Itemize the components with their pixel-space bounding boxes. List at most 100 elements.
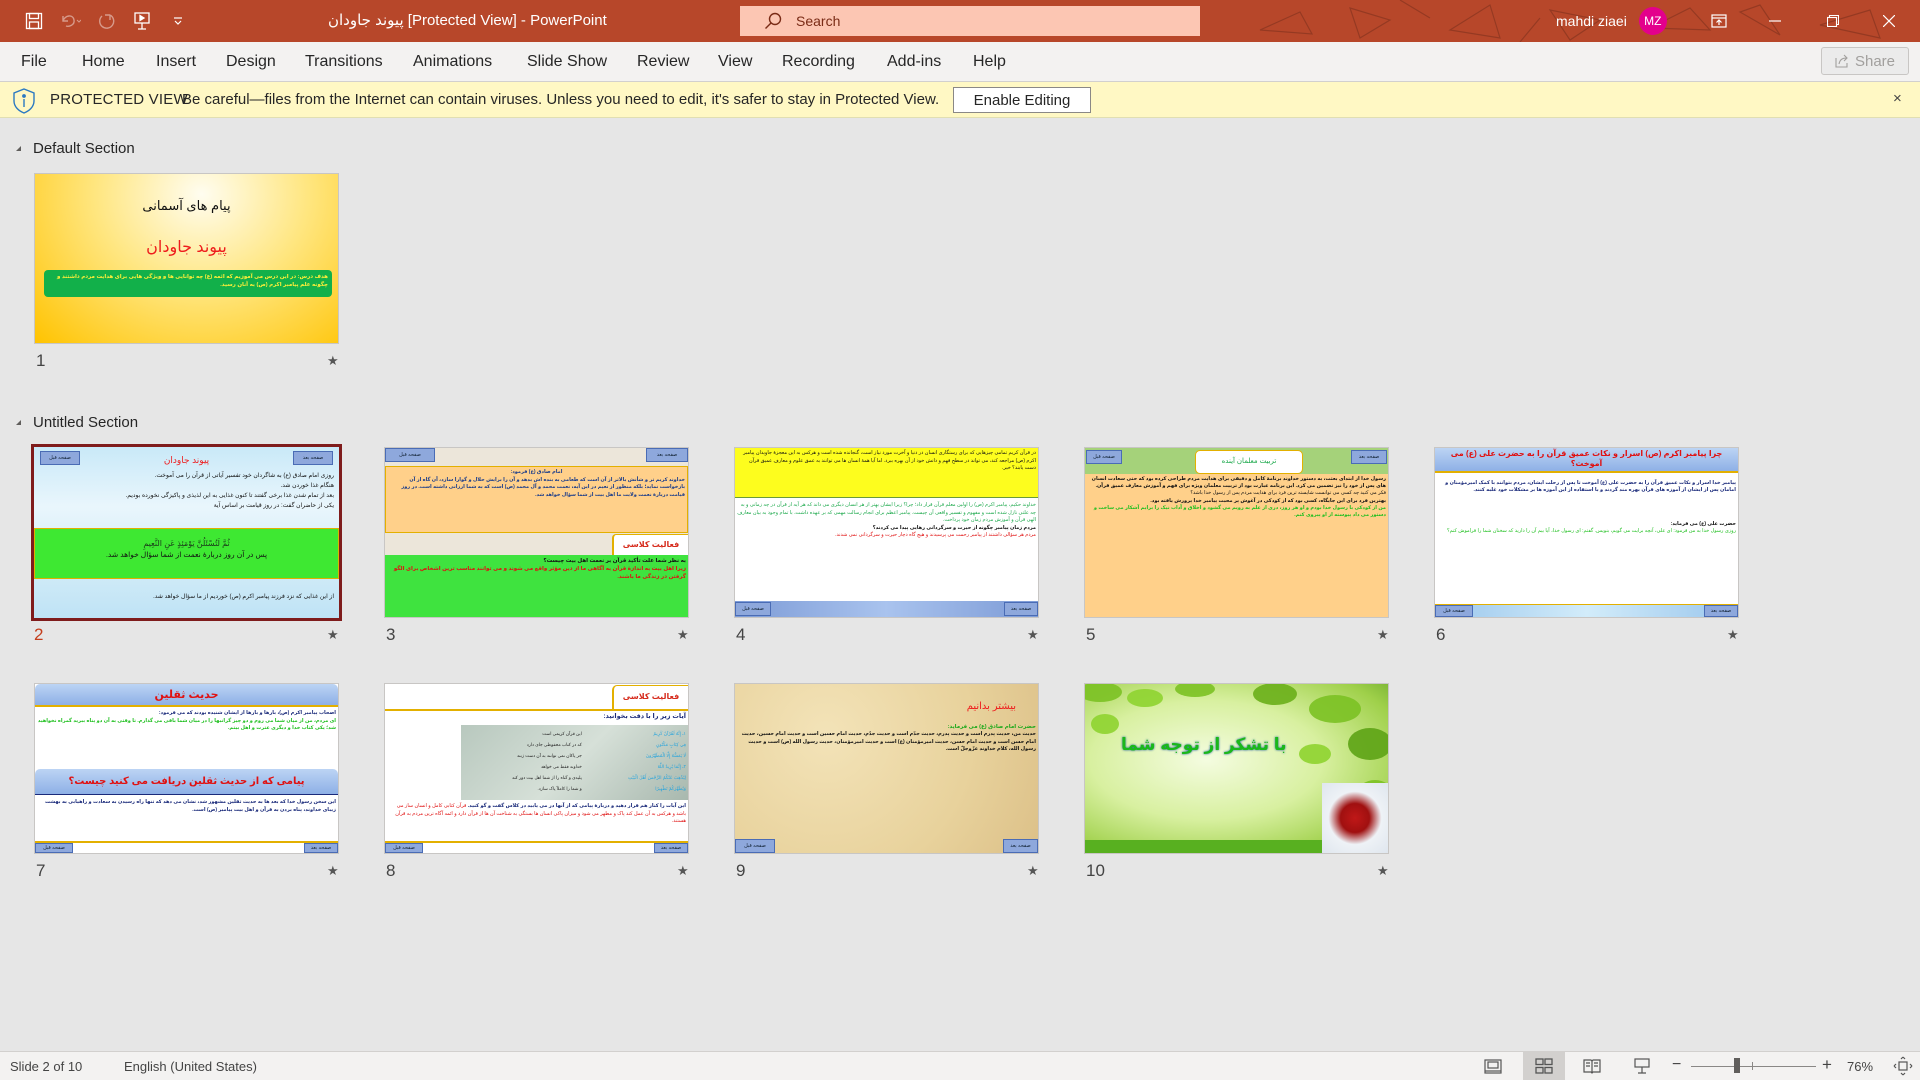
slide-5-title: تربیت معلمان آینده <box>1195 450 1303 474</box>
animation-star-icon[interactable]: ★ <box>677 863 689 879</box>
zoom-in-button[interactable]: + <box>1822 1055 1832 1075</box>
share-button[interactable]: Share <box>1821 47 1909 75</box>
normal-view-icon[interactable] <box>1473 1052 1513 1080</box>
slide-8-verse: فِي كِتَابٍ مَكْنُونٍ <box>655 742 686 747</box>
animation-star-icon[interactable]: ★ <box>1027 863 1039 879</box>
restore-icon[interactable] <box>1810 0 1856 42</box>
slide-7-quote: ای مردم، من از میان شما می روم و دو چیز … <box>37 717 336 732</box>
slide-8-activity-label: فعالیت کلاسی <box>612 685 688 709</box>
slide-5-text: رسول خدا از ابتدای بعثت، به دستور خداوند… <box>1091 476 1386 490</box>
search-placeholder: Search <box>796 13 841 29</box>
slide-6-title: چرا پیامبر اکرم (ص) اسرار و نکات عمیق قر… <box>1435 448 1738 473</box>
slideshow-view-icon[interactable] <box>1622 1052 1662 1080</box>
tab-review[interactable]: Review <box>637 42 689 82</box>
tab-animations[interactable]: Animations <box>413 42 492 82</box>
animation-star-icon[interactable]: ★ <box>1727 627 1739 643</box>
slide-2-line: یکی از حاضران گفت: در روز قیامت بر اساس … <box>213 503 334 509</box>
slide-thumbnail-6[interactable]: چرا پیامبر اکرم (ص) اسرار و نکات عمیق قر… <box>1434 447 1739 618</box>
tab-transitions[interactable]: Transitions <box>305 42 383 82</box>
avatar[interactable]: MZ <box>1638 7 1667 35</box>
share-label: Share <box>1854 52 1896 70</box>
redo-icon[interactable] <box>88 0 124 42</box>
slide-thumbnail-3[interactable]: صفحه قبل صفحه بعد امام صادق (ع) فرمود: خ… <box>384 447 689 618</box>
tab-add-ins[interactable]: Add-ins <box>887 42 941 82</box>
animation-star-icon[interactable]: ★ <box>327 863 339 879</box>
slide-9-body: حدیث من، حدیث پدرم است و حدیث پدرم، حدیث… <box>741 731 1036 752</box>
animation-star-icon[interactable]: ★ <box>327 627 339 643</box>
slide-sorter-view-icon[interactable] <box>1523 1052 1565 1080</box>
slide-8-qa: این آیات را کنار هم قرار دهید و دربارهٔ … <box>387 803 686 826</box>
slide-4-question: مردم زمان پیامبر چگونه از حیرت و سرگردان… <box>872 524 1036 531</box>
animation-star-icon[interactable]: ★ <box>1377 863 1389 879</box>
undo-icon[interactable] <box>52 0 88 42</box>
language-indicator[interactable]: English (United States) <box>124 1059 257 1074</box>
rose-image <box>1322 783 1388 853</box>
prev-page-button: صفحه قبل <box>1435 605 1473 617</box>
slide-thumbnail-8[interactable]: فعالیت کلاسی آیات زیر را با دقت بخوانید:… <box>384 683 689 854</box>
close-protected-view-icon[interactable]: × <box>1893 90 1902 107</box>
protected-view-label: PROTECTED VIEW <box>50 91 188 108</box>
tab-insert[interactable]: Insert <box>156 42 196 82</box>
collapse-section-icon[interactable] <box>16 146 21 151</box>
collapse-section-icon[interactable] <box>16 420 21 425</box>
slide-7-footer-bar: صفحه قبل صفحه بعد <box>35 841 338 853</box>
section-name: Untitled Section <box>33 414 139 431</box>
slide-thumbnail-1[interactable]: پیام های آسمانی پیوند جاودان هدف درس: در… <box>34 173 339 344</box>
slide-3-question: به نظر شما علت تأکید قرآن بر نعمت اهل بی… <box>543 558 686 564</box>
reading-view-icon[interactable] <box>1572 1052 1612 1080</box>
title-bar: پیوند جاودان [Protected View] - PowerPoi… <box>0 0 1920 42</box>
animation-star-icon[interactable]: ★ <box>327 353 339 369</box>
zoom-level[interactable]: 76% <box>1847 1059 1873 1074</box>
slide-1-goal-box: هدف درس: در این درس می آموزیم که ائمه (ع… <box>44 270 332 297</box>
customize-qat-icon[interactable] <box>160 0 196 42</box>
prev-page-button: صفحه قبل <box>385 843 423 853</box>
animation-star-icon[interactable]: ★ <box>677 627 689 643</box>
slide-8-translation: پلیدی و گناه را از شما اهل بیت دور کند <box>512 775 582 780</box>
slide-2-verse-box: ثُمَّ لَتُسْئَلُنَّ يَوْمَئِذٍ عَنِ النَ… <box>34 528 339 579</box>
fit-slide-to-window-icon[interactable] <box>1893 1056 1913 1079</box>
zoom-slider-thumb[interactable] <box>1733 1058 1740 1073</box>
slide-thumbnail-7[interactable]: حدیث ثقلین اصحاب پیامبر اکرم (ص)، بارها … <box>34 683 339 854</box>
slide-8-translation: خداوند فقط می خواهد <box>540 764 582 769</box>
slide-number: 1 <box>36 351 46 370</box>
slide-10-title: با تشکر از توجه شما <box>1121 735 1287 754</box>
tab-design[interactable]: Design <box>226 42 276 82</box>
zoom-out-button[interactable]: − <box>1672 1056 1681 1074</box>
share-icon <box>1835 54 1848 68</box>
tab-slide-show[interactable]: Slide Show <box>527 42 607 82</box>
slide-number: 2 <box>34 625 44 644</box>
slide-8-verse: لِيُذْهِبَ عَنْكُمُ الرِّجْسَ أَهْلَ الْ… <box>627 775 686 780</box>
slide-thumbnail-9[interactable]: بیشتر بدانیم حضرت امام صادق (ع) می فرمای… <box>734 683 1039 854</box>
close-icon[interactable] <box>1866 0 1912 42</box>
tab-recording[interactable]: Recording <box>782 42 855 82</box>
slide-7-intro: اصحاب پیامبر اکرم (ص)، بارها و بارها از … <box>158 710 336 716</box>
animation-star-icon[interactable]: ★ <box>1377 627 1389 643</box>
section-header-untitled[interactable]: Untitled Section <box>16 414 138 431</box>
tab-file[interactable]: File <box>21 42 47 82</box>
enable-editing-button[interactable]: Enable Editing <box>953 87 1091 113</box>
slide-thumbnail-5[interactable]: صفحه قبل صفحه بعد تربیت معلمان آینده رسو… <box>1084 447 1389 618</box>
animation-star-icon[interactable]: ★ <box>1027 627 1039 643</box>
slide-2-line: هنگام غذا خوردن شد. <box>280 483 334 489</box>
save-icon[interactable] <box>16 0 52 42</box>
account-area[interactable]: mahdi ziaei MZ <box>1556 0 1667 42</box>
start-slideshow-icon[interactable] <box>124 0 160 42</box>
search-box[interactable]: Search <box>740 6 1200 36</box>
slide-4-footer-bar: صفحه قبل صفحه بعد <box>735 601 1038 617</box>
tab-home[interactable]: Home <box>82 42 125 82</box>
slide-9-title: بیشتر بدانیم <box>966 701 1016 712</box>
search-icon <box>765 12 782 29</box>
slide-8-verse: ۲ـ إِنَّمَا يُرِيدُ اللَّهُ <box>657 764 686 769</box>
slide-thumbnail-4[interactable]: در قرآن کریم تمامی چیزهایی که برای رستگا… <box>734 447 1039 618</box>
zoom-slider-track[interactable] <box>1691 1066 1816 1067</box>
slide-thumbnail-2[interactable]: صفحه قبل صفحه بعد پیوند جاودان روزی امام… <box>31 444 342 621</box>
section-header-default[interactable]: Default Section <box>16 140 135 157</box>
user-name: mahdi ziaei <box>1556 13 1627 29</box>
tab-help[interactable]: Help <box>973 42 1006 82</box>
slide-2-title: پیوند جاودان <box>163 455 210 465</box>
slide-thumbnail-10[interactable]: با تشکر از توجه شما <box>1084 683 1389 854</box>
tab-view[interactable]: View <box>718 42 752 82</box>
minimize-icon[interactable] <box>1752 0 1798 42</box>
next-page-button: صفحه بعد <box>1003 839 1038 853</box>
ribbon-display-options-icon[interactable] <box>1696 0 1742 42</box>
